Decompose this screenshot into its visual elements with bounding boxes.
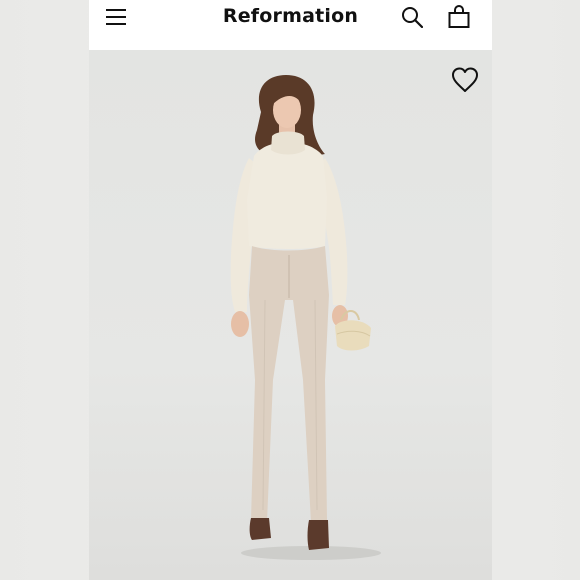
heart-outline-icon[interactable] <box>450 66 480 94</box>
search-icon[interactable] <box>401 6 424 29</box>
app-screen: Reformation <box>89 0 492 580</box>
product-image[interactable] <box>89 50 492 580</box>
hamburger-menu-icon[interactable] <box>105 6 127 28</box>
model-figure <box>230 75 381 560</box>
brand-logo[interactable]: Reformation <box>89 5 492 27</box>
app-header: Reformation <box>89 0 492 50</box>
shopping-bag-icon[interactable] <box>447 5 471 29</box>
